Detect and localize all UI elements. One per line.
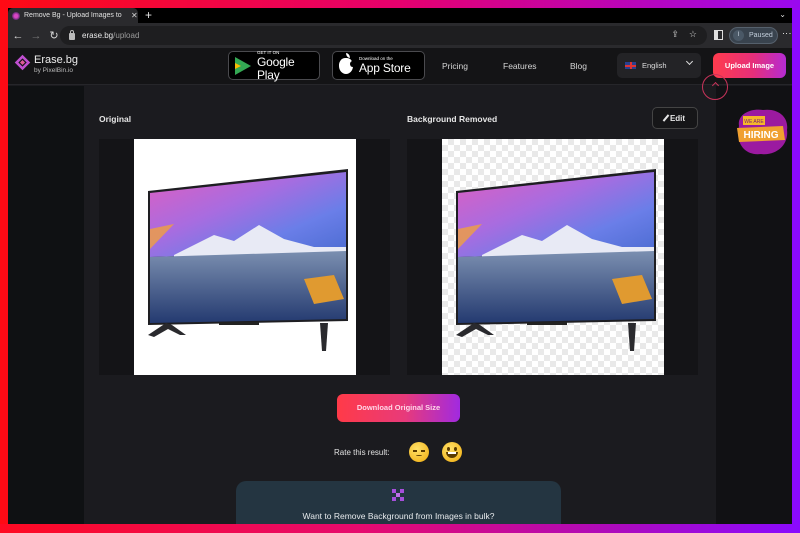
upload-image-button[interactable]: Upload Image	[713, 53, 786, 78]
chevron-down-icon	[685, 57, 694, 66]
back-button[interactable]: ←	[10, 30, 26, 42]
left-gutter	[8, 86, 84, 524]
rate-result-label: Rate this result:	[334, 448, 390, 457]
background-removed-label: Background Removed	[407, 114, 498, 124]
side-panel-icon[interactable]	[714, 30, 723, 40]
bookmark-star-icon[interactable]: ☆	[689, 29, 697, 40]
url-path: /upload	[113, 31, 140, 40]
edit-button[interactable]: Edit	[652, 107, 698, 129]
tv-image	[148, 169, 348, 351]
tab-search-icon[interactable]: ⌄	[779, 10, 786, 19]
close-tab-icon[interactable]: ✕	[131, 11, 138, 20]
forward-button[interactable]: →	[28, 30, 44, 42]
happy-emoji-rating-button[interactable]	[442, 442, 462, 462]
site-logo[interactable]: Erase.bg by PixelBin.io	[14, 54, 78, 74]
sad-emoji-rating-button[interactable]	[409, 442, 429, 462]
language-value: English	[642, 61, 667, 70]
favicon-icon	[12, 11, 20, 20]
browser-tab-active[interactable]: Remove Bg - Upload Images to ✕	[8, 8, 138, 23]
app-store-button[interactable]: Download on the App Store	[332, 51, 425, 80]
bulk-removal-text: Want to Remove Background from Images in…	[302, 511, 495, 521]
uk-flag-icon	[625, 62, 636, 69]
edit-label: Edit	[669, 113, 686, 123]
background-removed-image	[442, 139, 664, 375]
browser-window: Remove Bg - Upload Images to ✕ + ⌄ ← → ↻…	[8, 8, 792, 524]
browser-menu-icon[interactable]: ⋮	[782, 29, 792, 38]
browser-toolbar: ← → ↻ erase.bg/upload ⇪ ☆ I Paused ⋮	[8, 23, 792, 48]
pencil-icon	[662, 114, 670, 122]
tv-cutout-image	[456, 169, 656, 351]
app-store-label: App Store	[359, 61, 411, 75]
we-are-hiring-badge[interactable]: WE ARE HIRING	[731, 106, 791, 158]
google-play-label: Google Play	[257, 54, 295, 82]
logo-subtitle: by PixelBin.io	[34, 67, 74, 74]
new-tab-button[interactable]: +	[145, 8, 152, 23]
address-bar[interactable]: erase.bg/upload ⇪ ☆	[60, 26, 707, 45]
url-host: erase.bg	[82, 31, 114, 40]
profile-paused-button[interactable]: I Paused	[729, 27, 778, 44]
google-play-icon	[235, 56, 251, 75]
nav-link-pricing[interactable]: Pricing	[442, 61, 468, 71]
profile-status: Paused	[749, 32, 773, 39]
bulk-grid-icon	[392, 489, 405, 502]
logo-title: Erase.bg	[34, 54, 79, 66]
original-label: Original	[99, 114, 132, 124]
erase-bg-logo-icon	[14, 54, 31, 71]
original-image	[134, 139, 356, 375]
hiring-top-text: WE ARE	[744, 119, 764, 125]
frame-bottom-border	[0, 524, 800, 533]
share-icon[interactable]: ⇪	[671, 29, 679, 40]
download-original-size-button[interactable]: Download Original Size	[337, 394, 460, 422]
bulk-removal-card[interactable]: Want to Remove Background from Images in…	[236, 481, 561, 524]
language-select[interactable]: English	[617, 53, 701, 78]
lock-icon[interactable]	[69, 30, 75, 40]
nav-link-features[interactable]: Features	[503, 61, 537, 71]
tab-strip: Remove Bg - Upload Images to ✕ + ⌄	[8, 8, 792, 23]
site-header: Erase.bg by PixelBin.io GET IT ON Google…	[8, 48, 792, 85]
hiring-main-text: HIRING	[744, 130, 779, 141]
apple-icon	[339, 52, 355, 74]
nav-link-blog[interactable]: Blog	[570, 61, 587, 71]
scroll-to-top-button[interactable]	[702, 74, 728, 100]
google-play-button[interactable]: GET IT ON Google Play	[228, 50, 320, 82]
tab-title: Remove Bg - Upload Images to	[24, 12, 122, 19]
profile-avatar: I	[733, 30, 744, 41]
